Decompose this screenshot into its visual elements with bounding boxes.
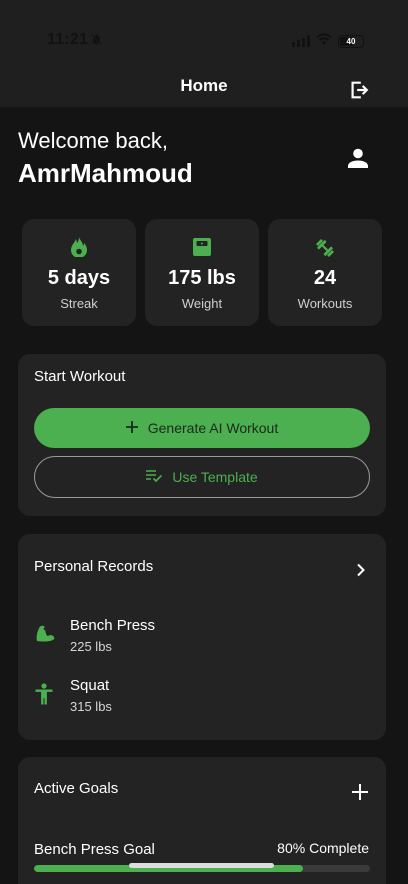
profile-icon[interactable] xyxy=(346,146,370,175)
record-item-bench-press: Bench Press 225 lbs xyxy=(34,617,155,654)
stat-label: Streak xyxy=(60,296,98,311)
record-name: Bench Press xyxy=(70,617,156,634)
battery-icon: 40 xyxy=(338,34,364,48)
stat-label: Workouts xyxy=(297,296,353,311)
add-goal-icon[interactable] xyxy=(352,784,368,805)
stat-value: 175 lbs xyxy=(168,267,236,289)
person-icon xyxy=(34,683,56,714)
wifi-icon xyxy=(316,32,332,50)
flame-icon xyxy=(22,237,136,257)
generate-ai-workout-button[interactable]: Generate AI Workout xyxy=(34,408,370,448)
page-title: Home xyxy=(180,76,228,95)
stat-card-streak: 5 days Streak xyxy=(22,219,136,326)
use-template-button[interactable]: Use Template xyxy=(34,456,370,498)
status-indicators: 40 xyxy=(292,32,364,50)
chevron-right-icon[interactable] xyxy=(356,563,366,582)
stat-value: 5 days xyxy=(47,267,111,289)
stat-card-weight: 175 lbs Weight xyxy=(145,219,259,326)
home-indicator[interactable] xyxy=(129,863,274,868)
start-workout-card: Start Workout Generate AI Workout Use Te… xyxy=(18,354,386,516)
dumbbell-icon xyxy=(268,237,382,259)
record-item-squat: Squat 315 lbs xyxy=(34,677,112,714)
battery-level: 40 xyxy=(346,36,356,46)
status-time: 11:21 xyxy=(47,31,89,48)
bell-muted-icon xyxy=(90,33,103,51)
personal-records-card[interactable]: Personal Records Bench Press 225 lbs Squ… xyxy=(18,534,386,740)
start-workout-title: Start Workout xyxy=(34,368,126,385)
username: AmrMahmoud xyxy=(18,158,193,188)
generate-ai-workout-label: Generate AI Workout xyxy=(147,420,279,436)
signal-icon xyxy=(292,35,310,47)
bicep-icon xyxy=(34,623,56,654)
logout-icon[interactable] xyxy=(348,79,370,106)
active-goals-title: Active Goals xyxy=(34,780,119,797)
record-name: Squat xyxy=(70,677,110,694)
record-weight: 225 lbs xyxy=(70,639,112,654)
goal-name: Bench Press Goal xyxy=(34,841,155,858)
status-bar: 11:21 40 xyxy=(0,0,408,74)
use-template-label: Use Template xyxy=(172,469,258,485)
stat-card-workouts: 24 Workouts xyxy=(268,219,382,326)
playlist-check-icon xyxy=(146,469,163,485)
welcome-greeting: Welcome back, xyxy=(18,128,168,153)
scale-icon xyxy=(145,237,259,257)
record-weight: 315 lbs xyxy=(70,699,112,714)
goal-progress-label: 80% Complete xyxy=(277,840,369,856)
stat-value: 24 xyxy=(313,267,337,289)
personal-records-title: Personal Records xyxy=(34,558,154,575)
plus-icon xyxy=(125,420,138,436)
stat-label: Weight xyxy=(181,296,223,311)
app-bar: Home xyxy=(0,74,408,107)
